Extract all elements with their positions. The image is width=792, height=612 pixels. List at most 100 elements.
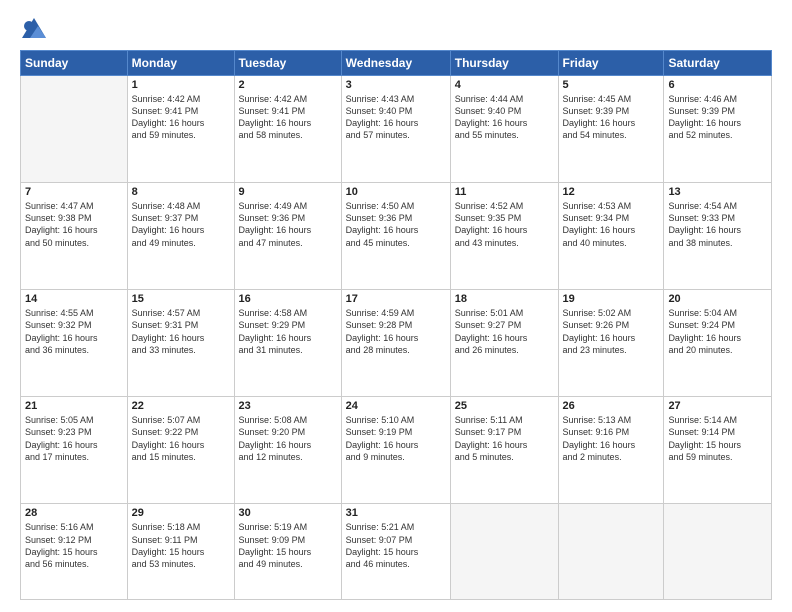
day-number: 19 (563, 293, 660, 305)
week-row-3: 14Sunrise: 4:55 AM Sunset: 9:32 PM Dayli… (21, 290, 772, 397)
cell-info: Sunrise: 5:08 AM Sunset: 9:20 PM Dayligh… (239, 414, 337, 463)
cell-info: Sunrise: 5:18 AM Sunset: 9:11 PM Dayligh… (132, 521, 230, 570)
day-number: 5 (563, 79, 660, 91)
calendar-cell (21, 76, 128, 183)
weekday-header-row: SundayMondayTuesdayWednesdayThursdayFrid… (21, 51, 772, 76)
cell-info: Sunrise: 5:21 AM Sunset: 9:07 PM Dayligh… (346, 521, 446, 570)
cell-info: Sunrise: 4:53 AM Sunset: 9:34 PM Dayligh… (563, 200, 660, 249)
calendar-cell: 30Sunrise: 5:19 AM Sunset: 9:09 PM Dayli… (234, 504, 341, 600)
cell-info: Sunrise: 4:58 AM Sunset: 9:29 PM Dayligh… (239, 307, 337, 356)
calendar-cell: 21 Sunrise: 5:05 AM Sunset: 9:23 PM Dayli… (21, 397, 128, 504)
cell-info: Sunrise: 5:02 AM Sunset: 9:26 PM Dayligh… (563, 307, 660, 356)
cell-info: Sunrise: 4:52 AM Sunset: 9:35 PM Dayligh… (455, 200, 554, 249)
weekday-header-friday: Friday (558, 51, 664, 76)
calendar-cell: 2Sunrise: 4:42 AM Sunset: 9:41 PM Daylig… (234, 76, 341, 183)
day-number: 31 (346, 507, 446, 519)
cell-info: Sunrise: 4:47 AM Sunset: 9:38 PM Dayligh… (25, 200, 123, 249)
calendar-cell (664, 504, 772, 600)
day-number: 30 (239, 507, 337, 519)
calendar-cell: 1 Sunrise: 4:42 AM Sunset: 9:41 PM Daylig… (127, 76, 234, 183)
page: SundayMondayTuesdayWednesdayThursdayFrid… (0, 0, 792, 612)
day-number: 15 (132, 293, 230, 305)
cell-info: Sunrise: 4:42 AM Sunset: 9:41 PM Dayligh… (132, 93, 230, 142)
calendar-cell: 12 Sunrise: 4:53 AM Sunset: 9:34 PM Dayli… (558, 183, 664, 290)
cell-info: Sunrise: 4:59 AM Sunset: 9:28 PM Dayligh… (346, 307, 446, 356)
day-number: 12 (563, 186, 660, 198)
calendar-cell: 29 Sunrise: 5:18 AM Sunset: 9:11 PM Dayli… (127, 504, 234, 600)
cell-info: Sunrise: 4:44 AM Sunset: 9:40 PM Dayligh… (455, 93, 554, 142)
calendar-cell: 19 Sunrise: 5:02 AM Sunset: 9:26 PM Dayli… (558, 290, 664, 397)
day-number: 13 (668, 186, 767, 198)
weekday-header-thursday: Thursday (450, 51, 558, 76)
calendar-cell: 4Sunrise: 4:44 AM Sunset: 9:40 PM Daylig… (450, 76, 558, 183)
calendar-cell: 13 Sunrise: 4:54 AM Sunset: 9:33 PM Dayli… (664, 183, 772, 290)
day-number: 3 (346, 79, 446, 91)
calendar-cell: 28 Sunrise: 5:16 AM Sunset: 9:12 PM Dayli… (21, 504, 128, 600)
weekday-header-sunday: Sunday (21, 51, 128, 76)
calendar-cell: 23 Sunrise: 5:08 AM Sunset: 9:20 PM Dayli… (234, 397, 341, 504)
calendar-cell: 25 Sunrise: 5:11 AM Sunset: 9:17 PM Dayli… (450, 397, 558, 504)
cell-info: Sunrise: 5:11 AM Sunset: 9:17 PM Dayligh… (455, 414, 554, 463)
calendar-table: SundayMondayTuesdayWednesdayThursdayFrid… (20, 50, 772, 600)
cell-info: Sunrise: 4:50 AM Sunset: 9:36 PM Dayligh… (346, 200, 446, 249)
cell-info: Sunrise: 4:54 AM Sunset: 9:33 PM Dayligh… (668, 200, 767, 249)
day-number: 29 (132, 507, 230, 519)
calendar-cell: 26Sunrise: 5:13 AM Sunset: 9:16 PM Dayli… (558, 397, 664, 504)
day-number: 25 (455, 400, 554, 412)
cell-info: Sunrise: 5:01 AM Sunset: 9:27 PM Dayligh… (455, 307, 554, 356)
week-row-1: 1 Sunrise: 4:42 AM Sunset: 9:41 PM Daylig… (21, 76, 772, 183)
day-number: 24 (346, 400, 446, 412)
day-number: 1 (132, 79, 230, 91)
calendar-cell: 16 Sunrise: 4:58 AM Sunset: 9:29 PM Dayli… (234, 290, 341, 397)
calendar-cell: 15 Sunrise: 4:57 AM Sunset: 9:31 PM Dayli… (127, 290, 234, 397)
day-number: 14 (25, 293, 123, 305)
day-number: 28 (25, 507, 123, 519)
day-number: 27 (668, 400, 767, 412)
cell-info: Sunrise: 4:49 AM Sunset: 9:36 PM Dayligh… (239, 200, 337, 249)
calendar-cell: 24 Sunrise: 5:10 AM Sunset: 9:19 PM Dayli… (341, 397, 450, 504)
cell-info: Sunrise: 5:07 AM Sunset: 9:22 PM Dayligh… (132, 414, 230, 463)
calendar-cell: 3Sunrise: 4:43 AM Sunset: 9:40 PM Daylig… (341, 76, 450, 183)
header (20, 16, 772, 44)
calendar-cell: 18 Sunrise: 5:01 AM Sunset: 9:27 PM Dayli… (450, 290, 558, 397)
cell-info: Sunrise: 5:05 AM Sunset: 9:23 PM Dayligh… (25, 414, 123, 463)
day-number: 26 (563, 400, 660, 412)
calendar-cell: 9 Sunrise: 4:49 AM Sunset: 9:36 PM Daylig… (234, 183, 341, 290)
cell-info: Sunrise: 4:57 AM Sunset: 9:31 PM Dayligh… (132, 307, 230, 356)
cell-info: Sunrise: 4:46 AM Sunset: 9:39 PM Dayligh… (668, 93, 767, 142)
cell-info: Sunrise: 4:42 AM Sunset: 9:41 PM Dayligh… (239, 93, 337, 142)
day-number: 9 (239, 186, 337, 198)
calendar-cell: 11 Sunrise: 4:52 AM Sunset: 9:35 PM Dayli… (450, 183, 558, 290)
cell-info: Sunrise: 4:48 AM Sunset: 9:37 PM Dayligh… (132, 200, 230, 249)
cell-info: Sunrise: 5:10 AM Sunset: 9:19 PM Dayligh… (346, 414, 446, 463)
calendar-cell (558, 504, 664, 600)
logo (20, 16, 52, 44)
day-number: 20 (668, 293, 767, 305)
week-row-2: 7 Sunrise: 4:47 AM Sunset: 9:38 PM Daylig… (21, 183, 772, 290)
cell-info: Sunrise: 5:16 AM Sunset: 9:12 PM Dayligh… (25, 521, 123, 570)
day-number: 18 (455, 293, 554, 305)
calendar-cell: 8 Sunrise: 4:48 AM Sunset: 9:37 PM Daylig… (127, 183, 234, 290)
calendar-cell (450, 504, 558, 600)
day-number: 8 (132, 186, 230, 198)
logo-icon (20, 16, 48, 44)
calendar-cell: 17Sunrise: 4:59 AM Sunset: 9:28 PM Dayli… (341, 290, 450, 397)
day-number: 23 (239, 400, 337, 412)
cell-info: Sunrise: 5:14 AM Sunset: 9:14 PM Dayligh… (668, 414, 767, 463)
day-number: 16 (239, 293, 337, 305)
cell-info: Sunrise: 4:45 AM Sunset: 9:39 PM Dayligh… (563, 93, 660, 142)
day-number: 11 (455, 186, 554, 198)
weekday-header-wednesday: Wednesday (341, 51, 450, 76)
calendar-cell: 20Sunrise: 5:04 AM Sunset: 9:24 PM Dayli… (664, 290, 772, 397)
day-number: 22 (132, 400, 230, 412)
weekday-header-monday: Monday (127, 51, 234, 76)
week-row-5: 28 Sunrise: 5:16 AM Sunset: 9:12 PM Dayli… (21, 504, 772, 600)
calendar-cell: 5 Sunrise: 4:45 AM Sunset: 9:39 PM Daylig… (558, 76, 664, 183)
calendar-cell: 10Sunrise: 4:50 AM Sunset: 9:36 PM Dayli… (341, 183, 450, 290)
calendar-cell: 6 Sunrise: 4:46 AM Sunset: 9:39 PM Daylig… (664, 76, 772, 183)
day-number: 6 (668, 79, 767, 91)
weekday-header-saturday: Saturday (664, 51, 772, 76)
day-number: 21 (25, 400, 123, 412)
day-number: 7 (25, 186, 123, 198)
calendar-cell: 27 Sunrise: 5:14 AM Sunset: 9:14 PM Dayli… (664, 397, 772, 504)
